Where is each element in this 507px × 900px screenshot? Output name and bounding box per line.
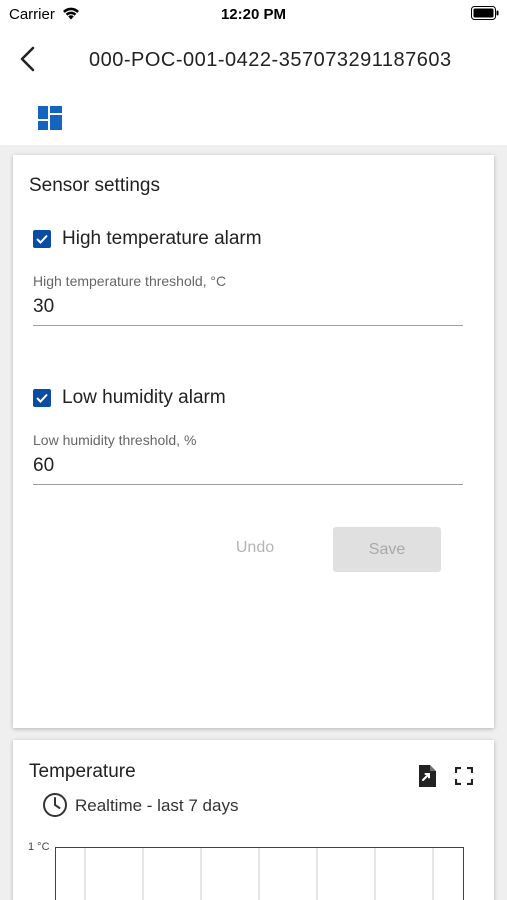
low-humidity-threshold-field[interactable]: Low humidity threshold, % 60 <box>33 432 463 485</box>
y-axis-tick-label: 1 °C <box>28 841 50 853</box>
fullscreen-icon[interactable] <box>455 767 473 785</box>
dashboard-icon[interactable] <box>38 106 62 130</box>
high-temperature-alarm-checkbox[interactable]: High temperature alarm <box>33 227 262 251</box>
export-file-icon[interactable] <box>417 765 437 787</box>
field-label: High temperature threshold, °C <box>33 273 227 289</box>
save-button[interactable]: Save <box>333 527 441 572</box>
battery-icon <box>471 6 499 20</box>
field-label: Low humidity threshold, % <box>33 432 197 448</box>
undo-button[interactable]: Undo <box>225 528 285 568</box>
device-title: 000-POC-001-0422-357073291187603 <box>89 49 452 71</box>
temperature-plot <box>55 847 464 900</box>
sensor-settings-card: Sensor settings High temperature alarm H… <box>13 155 494 728</box>
high-temperature-threshold-field[interactable]: High temperature threshold, °C 30 <box>33 273 463 326</box>
checkbox-label: Low humidity alarm <box>62 387 226 408</box>
field-input[interactable]: 60 <box>33 455 463 485</box>
low-humidity-alarm-checkbox[interactable]: Low humidity alarm <box>33 386 226 410</box>
clock-icon <box>43 793 67 817</box>
chevron-left-icon[interactable] <box>14 44 42 74</box>
card-title: Sensor settings <box>29 175 160 196</box>
clock-time: 12:20 PM <box>220 6 287 23</box>
time-range-label[interactable]: Realtime - last 7 days <box>75 796 238 816</box>
status-bar: Carrier 12:20 PM <box>0 0 507 28</box>
card-title: Temperature <box>29 761 136 782</box>
temperature-card: Temperature Realtime - last 7 days 1 °C <box>13 740 494 900</box>
field-input[interactable]: 30 <box>33 296 463 326</box>
checkbox-checked-icon <box>33 389 51 407</box>
app-header: Carrier 12:20 PM 000-POC-001-0422-357073… <box>0 0 507 145</box>
checkbox-checked-icon <box>33 230 51 248</box>
checkbox-label: High temperature alarm <box>62 228 262 249</box>
